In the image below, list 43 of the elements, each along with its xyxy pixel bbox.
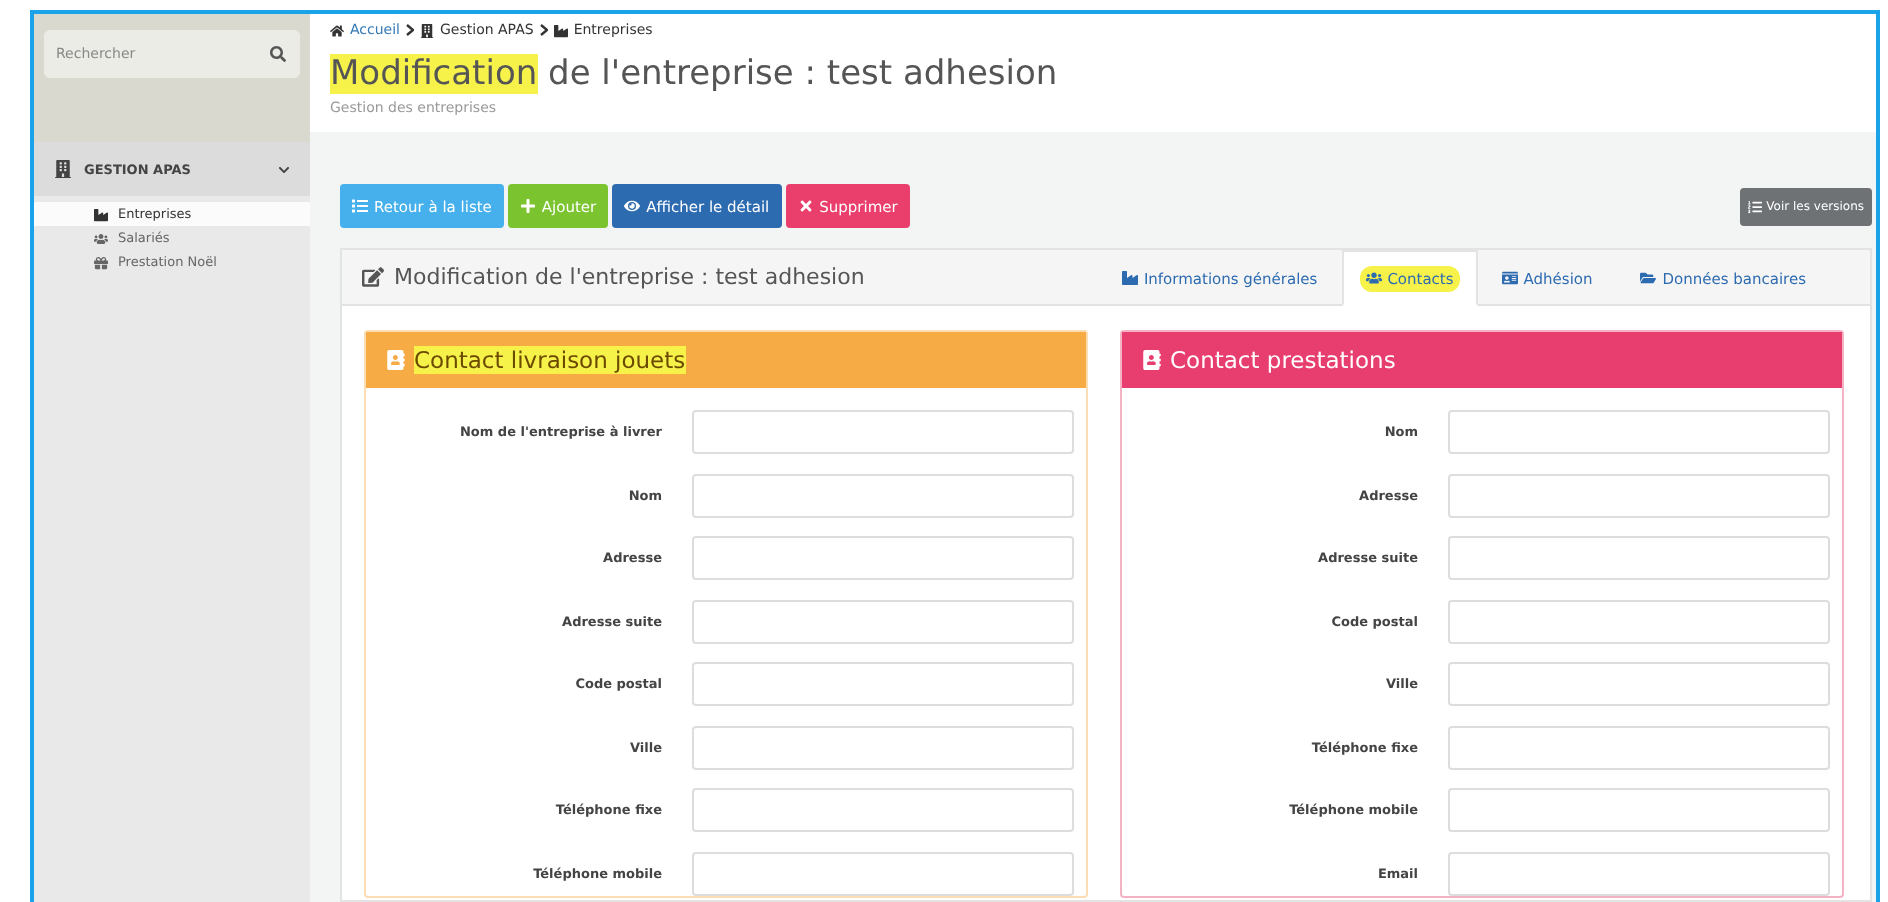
building-icon [54,160,72,178]
input-field[interactable] [692,410,1074,454]
input-field[interactable] [1448,725,1830,769]
input-field[interactable] [692,788,1074,832]
home-icon [330,23,344,37]
factory-icon [553,23,568,37]
input-field[interactable] [1448,851,1830,895]
input-field[interactable] [692,725,1074,769]
input-field[interactable] [1448,599,1830,643]
contact-card-icon [386,350,406,370]
folder-icon [1640,270,1657,286]
id-card-icon [1501,270,1518,286]
input-field[interactable] [692,536,1074,580]
input-field[interactable] [1448,662,1830,706]
chevron-right-icon [406,24,414,36]
list-icon [1748,199,1763,213]
panel-header: Contact prestations [1122,332,1842,388]
factory-icon [1121,270,1138,286]
contact-card-icon [1142,350,1162,370]
input-field[interactable] [1448,536,1830,580]
panel-header: Contact livraison jouets [366,332,1086,388]
search-icon [270,46,286,62]
list-icon [352,198,368,214]
card-title: Modification de l'entreprise : test adhesion [362,264,865,290]
input-field[interactable] [1448,410,1830,454]
chevron-right-icon [539,24,548,36]
users-icon [1365,270,1382,286]
chevron-icon [278,163,290,175]
input-field[interactable] [1448,473,1830,517]
eye-icon [624,198,641,214]
input-field[interactable] [692,473,1074,517]
plus-icon [519,198,536,214]
page-title: Modification de l'entreprise : test adhesion [330,54,1060,94]
users-icon [94,231,108,245]
close-icon [797,198,814,214]
input-field[interactable] [1448,788,1830,832]
building-icon [420,23,434,37]
input-field[interactable] [692,851,1074,895]
gift-icon [94,255,108,269]
edit-icon [362,266,384,288]
input-field[interactable] [692,662,1074,706]
factory-icon [94,207,108,221]
input-field[interactable] [692,599,1074,643]
